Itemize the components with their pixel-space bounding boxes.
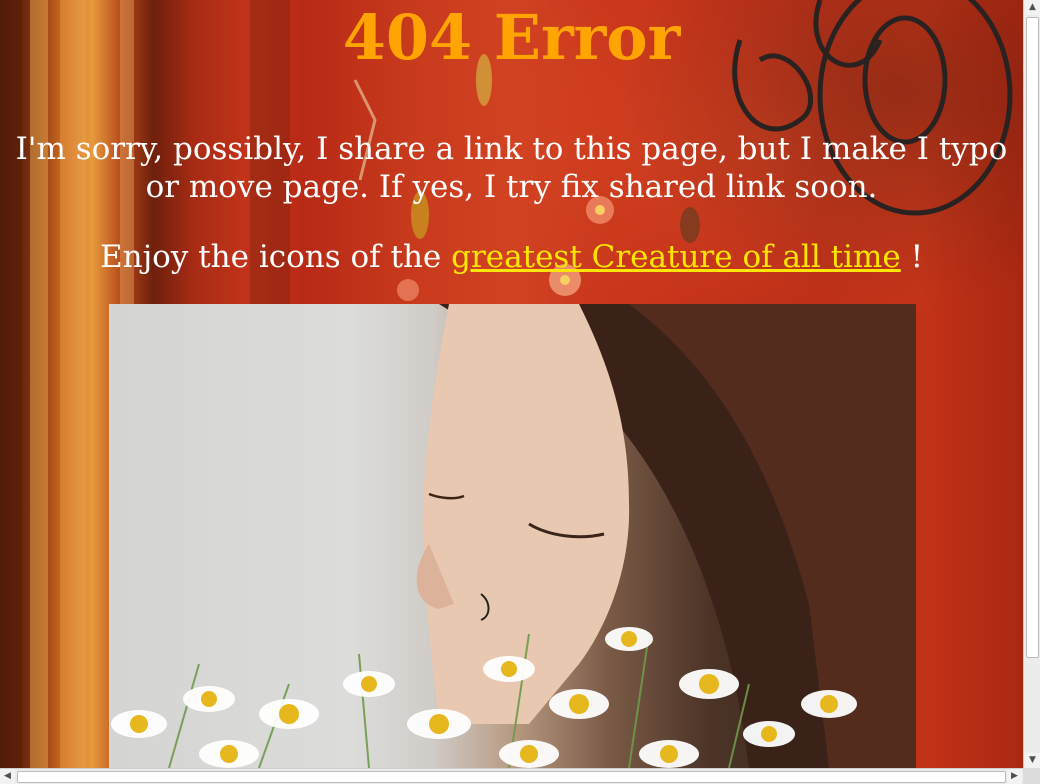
scroll-up-arrow-icon[interactable]: ▲: [1025, 0, 1040, 15]
vertical-scroll-thumb[interactable]: [1026, 17, 1039, 658]
scrollbar-corner: [1023, 768, 1040, 784]
page-viewport: 404 Error I'm sorry, possibly, I share a…: [0, 0, 1023, 768]
scroll-left-arrow-icon[interactable]: ◀: [0, 769, 15, 784]
vertical-scrollbar[interactable]: ▲ ▼: [1023, 0, 1040, 768]
horizontal-scroll-thumb[interactable]: [17, 771, 1006, 783]
greatest-creature-link[interactable]: greatest Creature of all time: [451, 239, 901, 275]
enjoy-line: Enjoy the icons of the greatest Creature…: [0, 238, 1023, 276]
page-title: 404 Error: [342, 1, 681, 74]
flower-photo: [109, 304, 916, 768]
enjoy-prefix: Enjoy the icons of the: [99, 239, 452, 275]
enjoy-suffix: !: [900, 239, 924, 275]
error-message: I'm sorry, possibly, I share a link to t…: [15, 131, 1008, 205]
scroll-right-arrow-icon[interactable]: ▶: [1007, 769, 1022, 784]
browser-window: 404 Error I'm sorry, possibly, I share a…: [0, 0, 1040, 784]
error-content: 404 Error I'm sorry, possibly, I share a…: [0, 0, 1023, 276]
photo-illustration: [111, 304, 916, 768]
scroll-down-arrow-icon[interactable]: ▼: [1025, 753, 1040, 768]
horizontal-scrollbar[interactable]: ◀ ▶: [0, 768, 1023, 784]
